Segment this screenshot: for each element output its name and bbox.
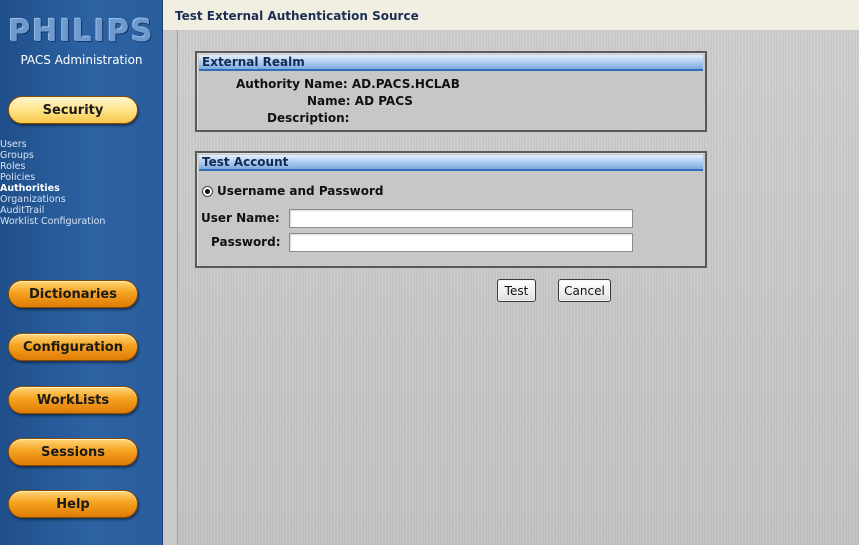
authority-name-row: Authority Name: AD.PACS.HCLAB: [236, 77, 460, 91]
password-label: Password:: [211, 235, 281, 249]
cancel-button[interactable]: Cancel: [558, 279, 611, 302]
sessions-section-label: Sessions: [40, 444, 106, 460]
test-button[interactable]: Test: [497, 279, 536, 302]
sidebar-item-roles[interactable]: Roles: [0, 161, 163, 172]
configuration-section-label: Configuration: [23, 339, 123, 355]
sidebar-item-authorities[interactable]: Authorities: [0, 183, 163, 194]
username-label: User Name:: [201, 211, 280, 225]
description-label: Description:: [267, 111, 350, 125]
radio-selected-dot: [205, 188, 210, 194]
auth-mode-label: Username and Password: [217, 184, 384, 198]
sidebar: PHILIPS PACS Administration Security Use…: [0, 0, 163, 545]
sidebar-item-users[interactable]: Users: [0, 139, 163, 150]
main-content: External Realm Authority Name: AD.PACS.H…: [177, 30, 859, 545]
auth-mode-option[interactable]: Username and Password: [202, 184, 384, 198]
test-account-panel: Test Account Username and Password User …: [195, 151, 707, 268]
page-header: Test External Authentication Source: [163, 0, 859, 30]
description-row: Description:: [267, 111, 349, 125]
security-links: Users Groups Roles Policies Authorities …: [0, 139, 163, 227]
realm-name-label: Name:: [307, 94, 351, 108]
help-section-label: Help: [56, 496, 90, 512]
test-account-title: Test Account: [199, 155, 703, 171]
sidebar-item-worklist-configuration[interactable]: Worklist Configuration: [0, 216, 163, 227]
realm-name-value: AD PACS: [354, 94, 413, 108]
sessions-section-button[interactable]: Sessions: [8, 438, 138, 466]
sidebar-item-audittrail[interactable]: AuditTrail: [0, 205, 163, 216]
password-field[interactable]: [289, 233, 633, 252]
security-section-button[interactable]: Security: [8, 96, 138, 124]
auth-mode-radio[interactable]: [202, 185, 213, 197]
app-subtitle: PACS Administration: [20, 53, 143, 67]
page-title: Test External Authentication Source: [175, 9, 419, 23]
realm-name-row: Name: AD PACS: [307, 94, 413, 108]
sidebar-item-policies[interactable]: Policies: [0, 172, 163, 183]
help-section-button[interactable]: Help: [8, 490, 138, 518]
authority-name-value: AD.PACS.HCLAB: [351, 77, 460, 91]
dictionaries-section-label: Dictionaries: [28, 286, 117, 302]
username-field[interactable]: [289, 209, 633, 228]
dictionaries-section-button[interactable]: Dictionaries: [8, 280, 138, 308]
external-realm-panel: External Realm Authority Name: AD.PACS.H…: [195, 51, 707, 132]
configuration-section-button[interactable]: Configuration: [8, 333, 138, 361]
philips-logo: PHILIPS: [8, 14, 155, 49]
sidebar-item-organizations[interactable]: Organizations: [0, 194, 163, 205]
worklists-section-label: WorkLists: [36, 392, 110, 408]
worklists-section-button[interactable]: WorkLists: [8, 386, 138, 414]
security-section-label: Security: [42, 102, 104, 118]
sidebar-item-groups[interactable]: Groups: [0, 150, 163, 161]
external-realm-title: External Realm: [199, 55, 703, 71]
authority-name-label: Authority Name:: [236, 77, 348, 91]
